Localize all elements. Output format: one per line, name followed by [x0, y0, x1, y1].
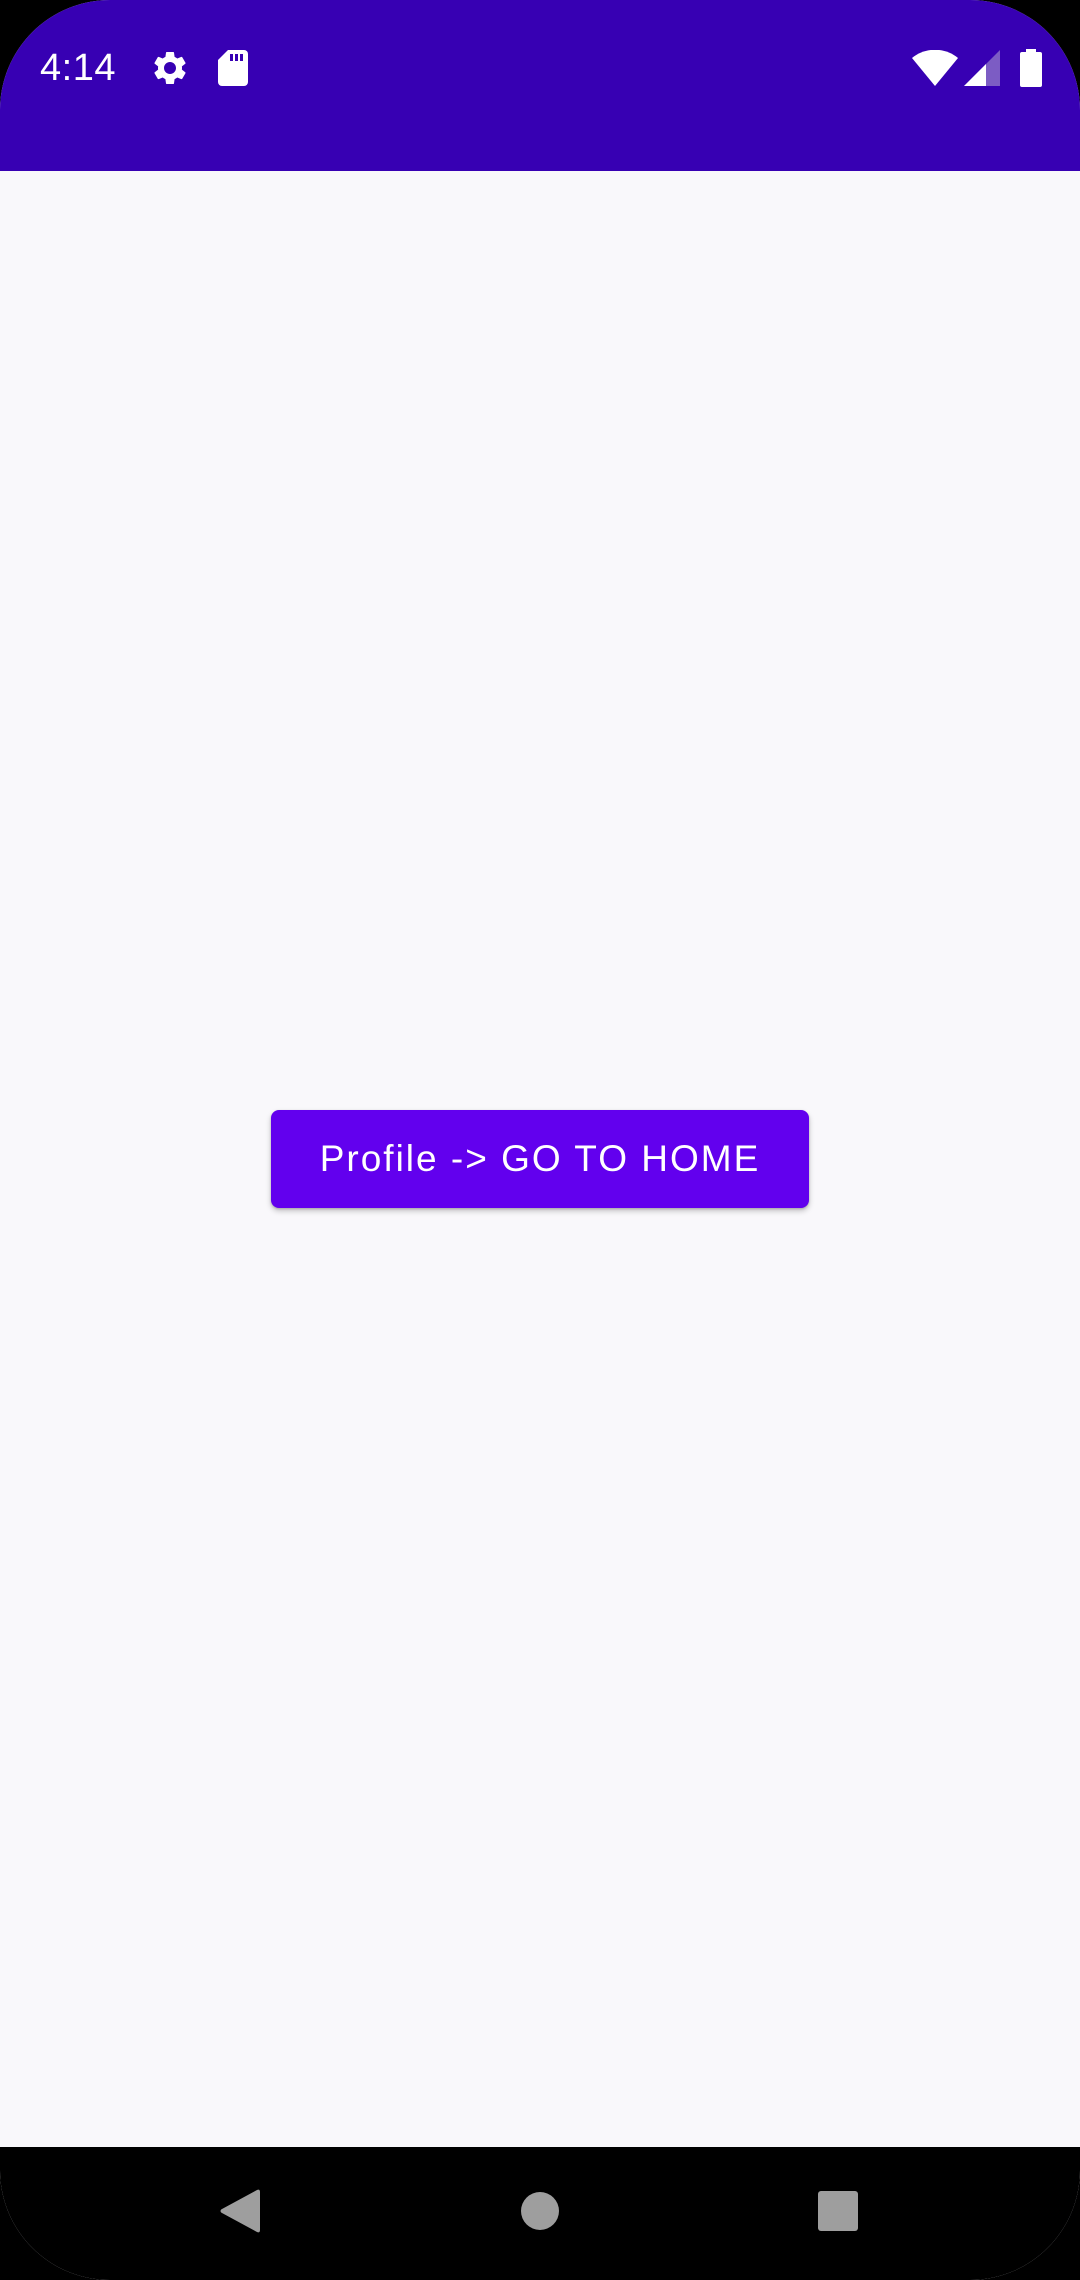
- status-bar: 4:14: [0, 0, 1080, 171]
- home-button[interactable]: [500, 2147, 580, 2280]
- gear-icon: [150, 48, 190, 88]
- go-to-home-button[interactable]: Profile -> GO TO HOME: [271, 1110, 809, 1208]
- home-icon: [520, 2191, 560, 2236]
- clock: 4:14: [40, 46, 116, 89]
- status-bar-right: [912, 48, 1042, 88]
- navigation-bar: [0, 2147, 1080, 2280]
- battery-icon: [1020, 49, 1042, 87]
- cell-signal-icon: [964, 50, 1000, 86]
- back-button[interactable]: [200, 2147, 280, 2280]
- phone-screen: 4:14 Profile -> GO TO HOME: [0, 0, 1080, 2280]
- sd-card-icon: [216, 48, 250, 88]
- main-content: Profile -> GO TO HOME: [0, 171, 1080, 2147]
- wifi-icon: [912, 48, 958, 88]
- back-icon: [219, 2188, 261, 2239]
- recents-icon: [818, 2191, 858, 2236]
- status-bar-left: 4:14: [40, 42, 250, 94]
- recents-button[interactable]: [798, 2147, 878, 2280]
